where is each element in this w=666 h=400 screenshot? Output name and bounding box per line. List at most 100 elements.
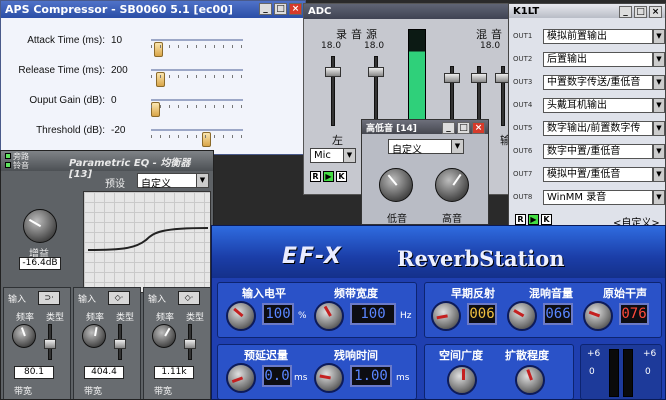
- out-route-select[interactable]: 数字输出/前置数字传: [543, 120, 653, 136]
- dry-knob[interactable]: [583, 301, 613, 331]
- decay-knob[interactable]: [314, 363, 344, 393]
- decay-unit: ms: [396, 373, 410, 383]
- maximize-icon[interactable]: □: [634, 6, 647, 18]
- band-3-freq-label: 频率: [156, 313, 175, 323]
- peq-preset-dropdown[interactable]: 自定义 ▼: [137, 173, 209, 190]
- bass-knob[interactable]: [379, 168, 413, 202]
- input-level-knob[interactable]: [226, 301, 256, 331]
- k-indicator[interactable]: K: [541, 214, 552, 225]
- minimize-icon[interactable]: _: [619, 6, 632, 18]
- aps-titlebar[interactable]: APS Compressor - SB0060 5.1 [ec00] _ □ ×: [1, 1, 305, 18]
- dry-knob-indicator: [588, 310, 601, 318]
- chevron-down-icon[interactable]: ▼: [653, 143, 665, 159]
- vu-meter: [408, 29, 426, 129]
- peq-titlebar[interactable]: 旁路 铃音 Parametric EQ - 均衡器 [13]: [1, 151, 213, 180]
- out-route-select[interactable]: WinMM 录音: [543, 189, 653, 205]
- play-indicator[interactable]: ▶: [528, 214, 539, 225]
- out-route-select[interactable]: 头戴耳机输出: [543, 97, 653, 113]
- threshold-label: Threshold (dB):: [36, 124, 105, 136]
- source-dropdown[interactable]: Mic ▼: [310, 148, 356, 163]
- band-3-gain-slider[interactable]: [184, 324, 196, 360]
- close-icon[interactable]: ×: [649, 6, 662, 18]
- chevron-down-icon[interactable]: ▼: [653, 51, 665, 67]
- input-level-unit: %: [298, 311, 307, 321]
- band-1-freq-knob[interactable]: [12, 324, 36, 348]
- fader-right-knob[interactable]: [368, 67, 384, 77]
- r-indicator[interactable]: R: [515, 214, 526, 225]
- space-width-label: 空间广度: [439, 349, 483, 362]
- fader-mix-1[interactable]: [444, 66, 460, 126]
- reverb-station-window: EF-X ReverbStation 输入电平 频带宽度 100 % 100 H…: [211, 225, 666, 400]
- early-reflection-knob[interactable]: [431, 301, 461, 331]
- band-3-type-label: 类型: [186, 313, 205, 323]
- maximize-icon[interactable]: □: [457, 122, 470, 134]
- play-indicator[interactable]: ▶: [323, 171, 334, 182]
- fader-right[interactable]: [368, 56, 384, 126]
- adc-titlebar[interactable]: ADC: [304, 4, 512, 19]
- gain-slider[interactable]: [151, 99, 243, 117]
- release-slider[interactable]: [151, 69, 243, 87]
- pre-delay-knob[interactable]: [226, 363, 256, 393]
- eq-curve-graph[interactable]: [83, 191, 211, 293]
- fader-left[interactable]: [325, 56, 341, 126]
- out-route-select[interactable]: 模拟前置输出: [543, 28, 653, 44]
- out-row: OUT3 中置数字传送/重低音 ▼: [513, 74, 665, 90]
- k-indicator[interactable]: K: [336, 171, 347, 182]
- band-3-freq-knob[interactable]: [152, 324, 176, 348]
- phase-led[interactable]: [5, 162, 11, 168]
- chevron-down-icon[interactable]: ▼: [653, 97, 665, 113]
- band-width-knob[interactable]: [314, 301, 344, 331]
- band-3-gain-thumb[interactable]: [184, 339, 196, 349]
- fader-mix-3[interactable]: [495, 66, 511, 126]
- gain-knob[interactable]: [23, 209, 57, 243]
- release-row: Release Time (ms): 200: [1, 59, 301, 87]
- space-panel: 空间广度 扩散程度: [424, 344, 574, 399]
- chevron-down-icon[interactable]: ▼: [653, 74, 665, 90]
- diffusion-knob[interactable]: [515, 365, 545, 395]
- minimize-icon[interactable]: _: [442, 122, 455, 134]
- gain-knob-indicator: [28, 218, 42, 227]
- mix-volume-knob[interactable]: [507, 301, 537, 331]
- band-3-type-selector[interactable]: ◇·: [178, 291, 200, 305]
- reverb-header[interactable]: EF-X ReverbStation: [212, 226, 665, 278]
- treble-knob[interactable]: [435, 168, 469, 202]
- maximize-icon[interactable]: □: [274, 3, 287, 15]
- k1lt-titlebar[interactable]: K1LT _ □ ×: [509, 4, 665, 18]
- close-icon[interactable]: ×: [289, 3, 302, 15]
- tone-titlebar[interactable]: 高低音 [14] _ □ ×: [362, 120, 488, 134]
- r-indicator[interactable]: R: [310, 171, 321, 182]
- band-2-gain-slider[interactable]: [114, 324, 126, 360]
- meter-scale-c: 0: [589, 367, 595, 377]
- space-width-knob[interactable]: [447, 365, 477, 395]
- chevron-down-icon[interactable]: ▼: [653, 28, 665, 44]
- band-1-gain-slider[interactable]: [44, 324, 56, 360]
- chevron-down-icon[interactable]: ▼: [653, 189, 665, 205]
- minimize-icon[interactable]: _: [259, 3, 272, 15]
- fader-mix-1-knob[interactable]: [444, 73, 460, 83]
- bypass-led[interactable]: [5, 153, 11, 159]
- out-route-select[interactable]: 数字中置/重低音: [543, 143, 653, 159]
- attack-slider[interactable]: [151, 39, 243, 57]
- band-2-gain-thumb[interactable]: [114, 339, 126, 349]
- fader-mix-2[interactable]: [471, 66, 487, 126]
- peq-preset-value: 自定义: [141, 179, 171, 190]
- meter-scale-b: +6: [643, 349, 657, 359]
- chevron-down-icon[interactable]: ▼: [653, 166, 665, 182]
- band-2-freq-knob[interactable]: [82, 324, 106, 348]
- reflection-panel: 早期反射 混响音量 原始干声 006 066 076: [424, 282, 662, 338]
- fader-mix-2-knob[interactable]: [471, 73, 487, 83]
- out-route-select[interactable]: 中置数字传送/重低音: [543, 74, 653, 90]
- tone-preset-dropdown[interactable]: 自定义 ▼: [388, 139, 464, 156]
- out-route-select[interactable]: 后置输出: [543, 51, 653, 67]
- gain-readout: -16.4dB: [19, 257, 61, 270]
- band-1-gain-thumb[interactable]: [44, 339, 56, 349]
- out-route-select[interactable]: 模拟中置/重低音: [543, 166, 653, 182]
- band-2-type-selector[interactable]: ◇·: [108, 291, 130, 305]
- fader-left-knob[interactable]: [325, 67, 341, 77]
- early-knob-indicator: [436, 314, 448, 320]
- threshold-slider[interactable]: [151, 129, 243, 147]
- out-row: OUT1 模拟前置输出 ▼: [513, 28, 665, 44]
- chevron-down-icon[interactable]: ▼: [653, 120, 665, 136]
- band-1-type-selector[interactable]: ⊃·: [38, 291, 60, 305]
- close-icon[interactable]: ×: [472, 122, 485, 134]
